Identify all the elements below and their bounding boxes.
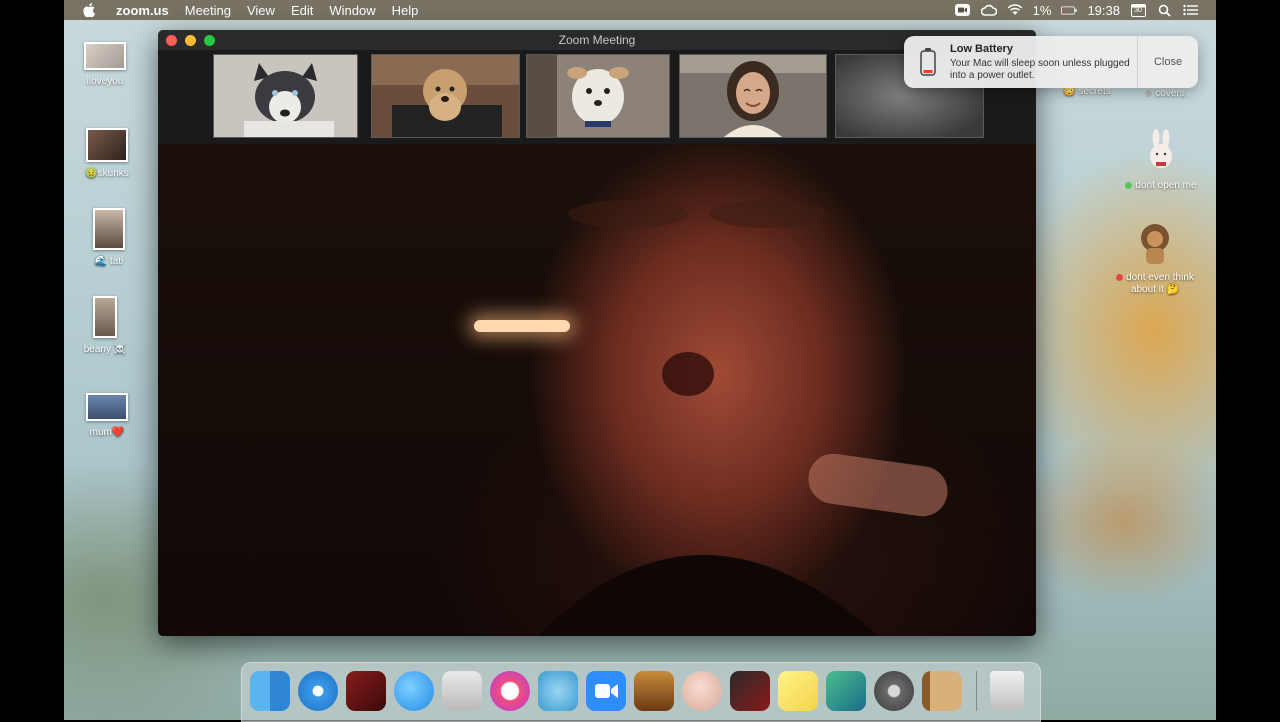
wifi-icon[interactable]: [1007, 4, 1023, 17]
notification-close-button[interactable]: Close: [1137, 36, 1198, 88]
messages-icon[interactable]: [394, 671, 434, 711]
participant-video-tile[interactable]: [371, 54, 520, 138]
trash-icon[interactable]: [990, 671, 1024, 711]
preview-app-icon[interactable]: [826, 671, 866, 711]
system-preferences-icon[interactable]: [874, 671, 914, 711]
menu-view[interactable]: View: [239, 3, 283, 18]
speaker-face-icon: [538, 200, 878, 636]
zoom-icon[interactable]: [586, 671, 626, 711]
menu-bar: zoom.us Meeting View Edit Window Help 1%…: [64, 0, 1216, 20]
photo-thumbnail: [84, 42, 126, 70]
desktop-file-label: dont open me: [1116, 180, 1206, 191]
finder-icon[interactable]: [250, 671, 290, 711]
dock: [241, 662, 1041, 722]
participant-video-tile[interactable]: [526, 54, 670, 138]
memoji-icon[interactable]: [682, 671, 722, 711]
husky-video-icon: [214, 55, 357, 137]
music-icon[interactable]: [490, 671, 530, 711]
desktop-folder-covers[interactable]: covers: [1120, 88, 1210, 99]
terrier-video-icon: [527, 55, 669, 137]
notification-title: Low Battery: [950, 42, 1013, 55]
desktop-file-label: iloveyou: [86, 76, 124, 87]
lion-sticker-icon: [1141, 224, 1169, 264]
desktop-file-label: beany ☠️: [83, 344, 127, 355]
desktop-file-label: mum❤️: [89, 427, 125, 438]
low-battery-icon: [920, 48, 936, 76]
menu-meeting[interactable]: Meeting: [177, 3, 239, 18]
desktop-file-skunks[interactable]: 🤢skunks: [62, 128, 152, 179]
calendar-icon[interactable]: 30: [1130, 3, 1146, 17]
battery-percent[interactable]: 1%: [1033, 3, 1052, 18]
menu-edit[interactable]: Edit: [283, 3, 321, 18]
desktop-file-mum[interactable]: mum❤️: [62, 393, 152, 438]
menu-app-name[interactable]: zoom.us: [108, 3, 177, 18]
desktop-file-label: dont even think about it 🤔: [1110, 272, 1200, 296]
desktop-file-label: 🤢skunks: [85, 168, 129, 179]
participant-video-tile[interactable]: [213, 54, 358, 138]
battery-icon[interactable]: [1061, 4, 1078, 17]
bunny-sticker-icon: [1150, 129, 1172, 168]
desktop-file-dont-open-me[interactable]: dont open me: [1116, 128, 1206, 191]
contacts-icon[interactable]: [922, 671, 962, 711]
zoom-status-icon[interactable]: [955, 4, 971, 17]
spotlight-search-icon[interactable]: [1156, 4, 1172, 17]
poodle-video-icon: [372, 55, 519, 137]
desktop-file-beany[interactable]: beany ☠️: [60, 296, 150, 355]
photo-thumbnail: [86, 393, 128, 421]
app-store-icon[interactable]: [442, 671, 482, 711]
photo-app-icon[interactable]: [730, 671, 770, 711]
creative-cloud-icon[interactable]: [980, 4, 997, 17]
active-speaker-video[interactable]: [158, 144, 1036, 636]
desktop-file-label: covers: [1120, 88, 1210, 99]
desktop-file-dont-even-think[interactable]: dont even think about it 🤔: [1110, 220, 1200, 296]
preview-icon[interactable]: [538, 671, 578, 711]
menu-help[interactable]: Help: [384, 3, 427, 18]
woman-video-icon: [680, 55, 826, 137]
garageband-icon[interactable]: [634, 671, 674, 711]
safari-icon[interactable]: [298, 671, 338, 711]
photo-thumbnail: [93, 296, 117, 338]
zoom-meeting-window[interactable]: Zoom Meeting: [158, 30, 1036, 636]
low-battery-notification[interactable]: Low Battery Your Mac will sleep soon unl…: [904, 36, 1198, 88]
notification-body: Your Mac will sleep soon unless plugged …: [950, 57, 1130, 81]
zoom-camera-icon: [595, 684, 618, 698]
participant-video-tile[interactable]: [679, 54, 827, 138]
desktop-file-tati[interactable]: 🌊 tati: [64, 208, 154, 267]
menu-window[interactable]: Window: [321, 3, 383, 18]
stickies-icon[interactable]: [778, 671, 818, 711]
desktop-file-label: 🌊 tati: [94, 256, 124, 267]
apple-icon[interactable]: [82, 3, 96, 17]
dock-separator: [976, 671, 977, 711]
photo-booth-icon[interactable]: [346, 671, 386, 711]
photo-thumbnail: [93, 208, 125, 250]
desktop-file-iloveyou[interactable]: iloveyou: [60, 42, 150, 87]
notification-center-icon[interactable]: [1182, 4, 1198, 17]
calendar-day: 30: [1134, 6, 1142, 14]
photo-thumbnail: [86, 128, 128, 162]
clock-time[interactable]: 19:38: [1087, 3, 1120, 18]
